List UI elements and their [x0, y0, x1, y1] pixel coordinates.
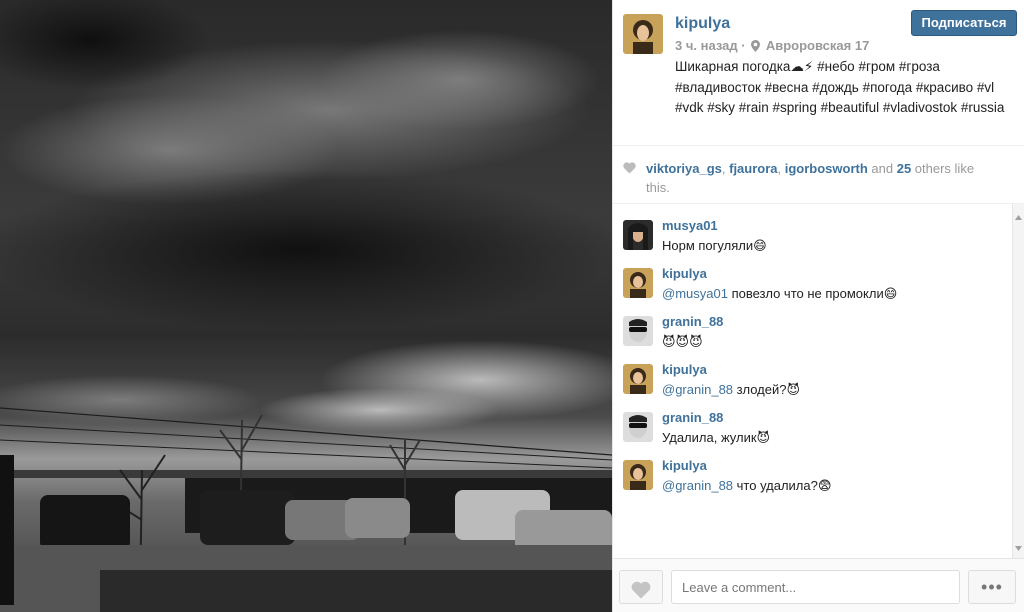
scroll-up-arrow-icon[interactable]: [1015, 208, 1022, 220]
scroll-down-arrow-icon[interactable]: [1015, 539, 1022, 554]
liker-username[interactable]: viktoriya_gs: [646, 161, 722, 176]
liker-username[interactable]: igorbosworth: [785, 161, 868, 176]
comments-list: musya01 Норм погуляли😄 kipulya @musya01 …: [613, 204, 1024, 558]
liker-username[interactable]: fjaurora: [729, 161, 777, 176]
post-header: kipulya 3 ч. назад · Авроровская 17 Шика…: [613, 0, 1024, 146]
comment-input[interactable]: [671, 570, 960, 604]
comment-item: kipulya @granin_88 что удалила?😨: [613, 448, 1013, 496]
comment-text: 😈😈😈: [662, 334, 703, 350]
author-username[interactable]: kipulya: [675, 15, 730, 33]
commenter-avatar[interactable]: [623, 268, 653, 298]
comment-username[interactable]: musya01: [662, 218, 718, 233]
commenter-avatar[interactable]: [623, 412, 653, 442]
commenter-avatar[interactable]: [623, 220, 653, 250]
comment-item: kipulya @granin_88 злодей?😈: [613, 352, 1013, 400]
comment-body: Норм погуляли😄: [662, 238, 767, 253]
comment-footer: •••: [613, 558, 1024, 612]
comment-mention[interactable]: @musya01: [662, 286, 728, 301]
comment-username[interactable]: granin_88: [662, 314, 723, 329]
comment-username[interactable]: granin_88: [662, 410, 723, 425]
comment-text: @musya01 повезло что не промокли😄: [662, 286, 897, 302]
comment-body: повезло что не промокли😄: [727, 286, 898, 301]
post-photo[interactable]: [0, 0, 612, 612]
pin-icon: [751, 40, 761, 55]
comment-body: что удалила?😨: [733, 478, 832, 493]
meta-separator: ·: [741, 38, 746, 53]
like-button[interactable]: [619, 570, 663, 604]
comment-item: granin_88 😈😈😈: [613, 304, 1013, 352]
likes-separator: ,: [777, 161, 785, 176]
post-detail-panel: kipulya 3 ч. назад · Авроровская 17 Шика…: [612, 0, 1024, 612]
post-meta: 3 ч. назад · Авроровская 17: [675, 38, 869, 55]
comment-body: злодей?😈: [733, 382, 800, 397]
commenter-avatar[interactable]: [623, 460, 653, 490]
comment-item: musya01 Норм погуляли😄: [613, 208, 1013, 256]
comment-username[interactable]: kipulya: [662, 362, 707, 377]
heart-icon: [623, 162, 636, 177]
likes-section: viktoriya_gs, fjaurora, igorbosworth and…: [613, 146, 1024, 204]
post-time[interactable]: 3 ч. назад: [675, 38, 738, 53]
comment-text: @granin_88 злодей?😈: [662, 382, 800, 398]
comment-text: Норм погуляли😄: [662, 238, 767, 254]
comment-text: @granin_88 что удалила?😨: [662, 478, 831, 494]
heart-icon: [631, 581, 651, 598]
comment-text: Удалила, жулик😈: [662, 430, 770, 446]
comment-mention[interactable]: @granin_88: [662, 382, 733, 397]
more-dots-icon[interactable]: •••: [968, 570, 1016, 604]
post-caption: Шикарная погодка☁⚡ #небо #гром #гроза #в…: [675, 59, 1005, 115]
author-avatar[interactable]: [623, 14, 663, 54]
comment-item: granin_88 Удалила, жулик😈: [613, 400, 1013, 448]
comment-username[interactable]: kipulya: [662, 458, 707, 473]
likes-and: and: [867, 161, 897, 176]
comment-item: kipulya @musya01 повезло что не промокли…: [613, 256, 1013, 304]
comment-mention[interactable]: @granin_88: [662, 478, 733, 493]
commenter-avatar[interactable]: [623, 316, 653, 346]
comment-username[interactable]: kipulya: [662, 266, 707, 281]
likes-text: viktoriya_gs, fjaurora, igorbosworth and…: [646, 159, 996, 197]
comment-body: 😈😈😈: [662, 334, 703, 349]
follow-button[interactable]: Подписаться: [911, 10, 1017, 36]
comment-body: Удалила, жулик😈: [662, 430, 771, 445]
likes-count[interactable]: 25: [897, 161, 911, 176]
post-location[interactable]: Авроровская 17: [766, 38, 869, 53]
comments-scrollbar[interactable]: [1012, 204, 1024, 558]
commenter-avatar[interactable]: [623, 364, 653, 394]
